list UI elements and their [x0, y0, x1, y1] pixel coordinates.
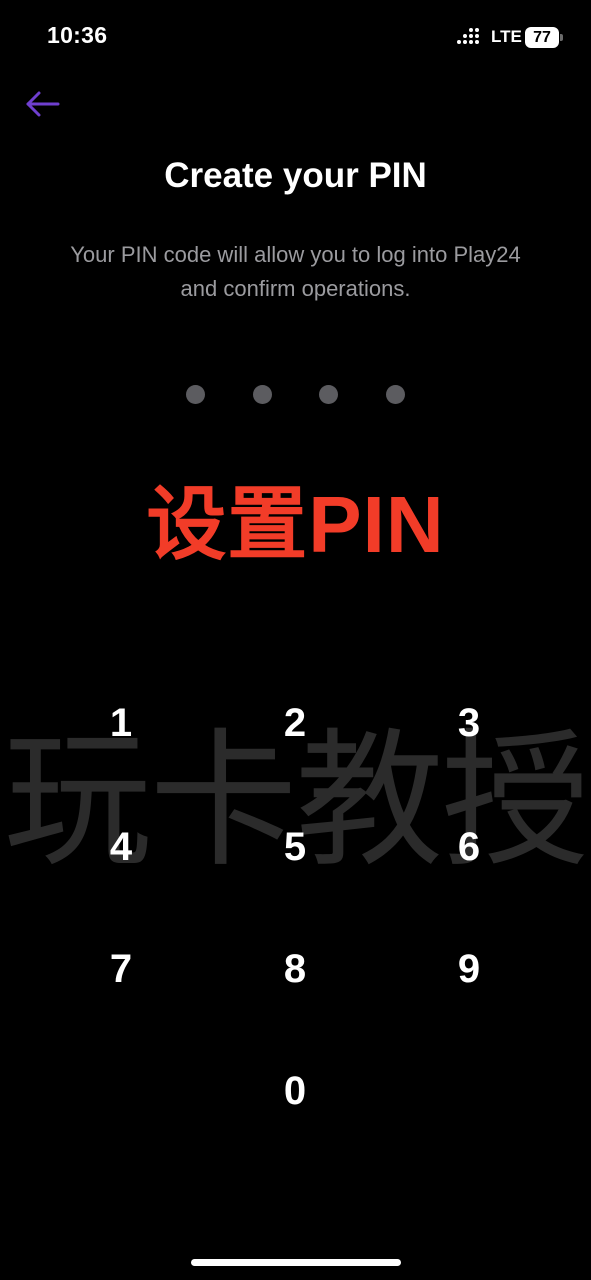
key-1[interactable]: 1 — [61, 683, 181, 763]
network-type: LTE — [491, 27, 522, 46]
subtitle-line-2: and confirm operations. — [180, 276, 411, 301]
key-9[interactable]: 9 — [409, 929, 529, 1009]
pin-dot — [386, 385, 405, 404]
key-4[interactable]: 4 — [61, 807, 181, 887]
key-7[interactable]: 7 — [61, 929, 181, 1009]
arrow-left-icon — [26, 91, 60, 117]
key-6[interactable]: 6 — [409, 807, 529, 887]
status-bar: 10:36 LTE 77 — [0, 0, 591, 70]
status-time: 10:36 — [47, 22, 108, 48]
pin-dot — [253, 385, 272, 404]
key-0[interactable]: 0 — [235, 1051, 355, 1131]
page-subtitle: Your PIN code will allow you to log into… — [30, 238, 561, 306]
battery-icon: 77 — [525, 27, 559, 48]
battery-tip — [560, 34, 563, 41]
pin-dot — [319, 385, 338, 404]
pin-dot — [186, 385, 205, 404]
home-indicator[interactable] — [191, 1259, 401, 1266]
overlay-caption: 设置PIN — [146, 480, 445, 569]
key-8[interactable]: 8 — [235, 929, 355, 1009]
key-5[interactable]: 5 — [235, 807, 355, 887]
key-3[interactable]: 3 — [409, 683, 529, 763]
subtitle-line-1: Your PIN code will allow you to log into… — [70, 242, 521, 267]
signal-icon — [457, 28, 485, 48]
back-button[interactable] — [20, 86, 64, 122]
key-2[interactable]: 2 — [235, 683, 355, 763]
page-title: Create your PIN — [164, 156, 427, 195]
